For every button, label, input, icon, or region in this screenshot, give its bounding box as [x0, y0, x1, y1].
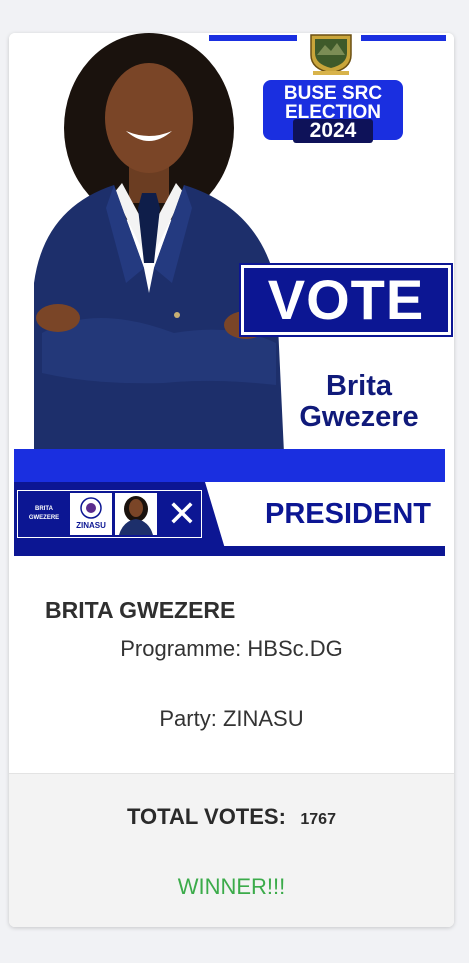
blue-band	[14, 449, 445, 482]
party-logo: ZINASU	[70, 493, 112, 535]
top-stripe	[361, 35, 446, 41]
ballot-sample: BRITA GWEZERE ZINASU ✕	[17, 490, 202, 538]
candidate-card: BUSE SRC ELECTION 2024 VOTE Brita Gwezer…	[9, 33, 454, 927]
winner-status: WINNER!!!	[177, 874, 286, 899]
candidate-name: BRITA GWEZERE	[45, 597, 236, 623]
candidate-programme: Programme: HBSc.DG	[120, 636, 343, 661]
ballot-candidate-photo	[115, 493, 157, 535]
candidate-info: BRITA GWEZERE Programme: HBSc.DG Party: …	[9, 573, 454, 773]
candidate-party: Party: ZINASU	[159, 706, 304, 731]
poster-name-line-1: Brita	[325, 370, 393, 402]
campaign-poster: BUSE SRC ELECTION 2024 VOTE Brita Gwezer…	[9, 33, 454, 573]
party-logo-icon	[80, 497, 102, 519]
total-votes-label: TOTAL VOTES:	[127, 804, 286, 829]
ballot-name-line-1: BRITA	[35, 506, 53, 512]
total-votes: TOTAL VOTES: 1767	[9, 804, 454, 830]
total-votes-count: 1767	[300, 811, 336, 828]
poster-name-line-2: Gwezere	[299, 401, 419, 433]
badge-year: 2024	[293, 119, 373, 143]
poster-candidate-name: Brita Gwezere	[271, 371, 447, 433]
university-crest-icon	[310, 34, 352, 75]
ballot-mark-icon: ✕	[166, 493, 198, 534]
ballot-name-line-2: GWEZERE	[28, 515, 60, 521]
position-label: PRESIDENT	[205, 482, 445, 546]
ballot-candidate-name: BRITA GWEZERE	[18, 491, 70, 537]
results-footer: TOTAL VOTES: 1767 WINNER!!!	[9, 773, 454, 927]
candidate-photo	[34, 33, 284, 453]
vote-banner: VOTE	[239, 263, 453, 337]
party-logo-label: ZINASU	[76, 521, 106, 530]
